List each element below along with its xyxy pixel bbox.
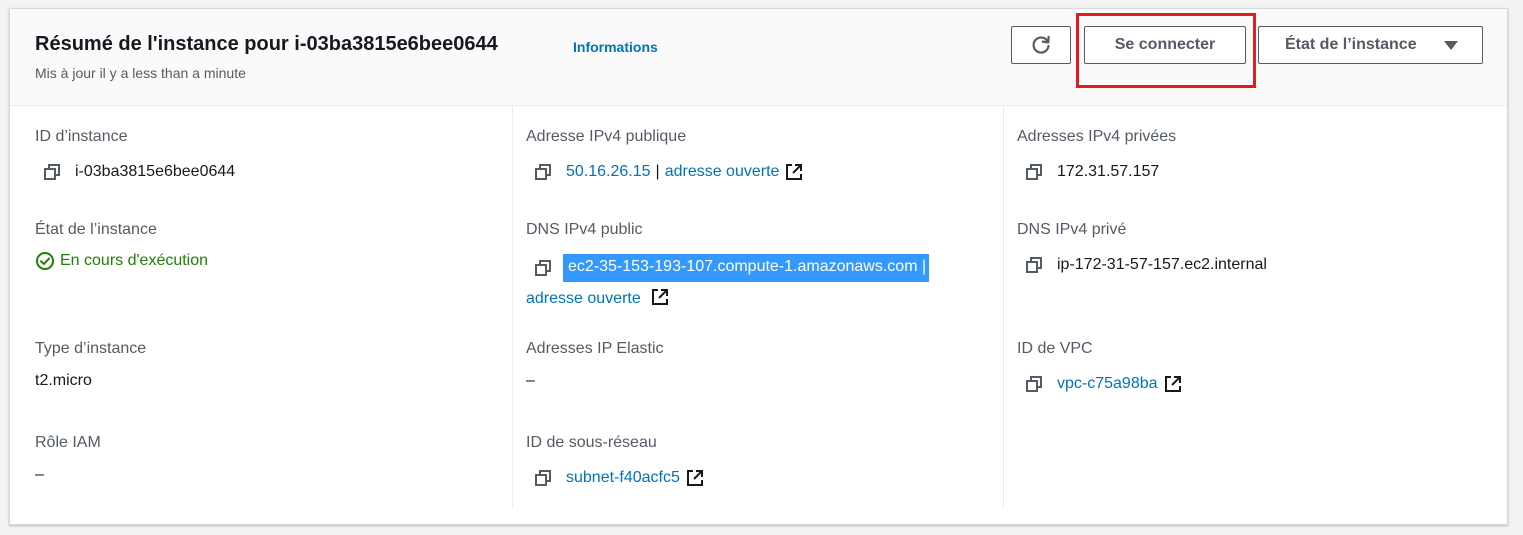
iam-role-field: Rôle IAM – xyxy=(35,434,101,484)
field-label: Rôle IAM xyxy=(35,434,101,451)
field-label: Type d’instance xyxy=(35,340,147,357)
external-link-icon[interactable] xyxy=(785,163,803,181)
public-dns-field: DNS IPv4 public ec2-35-153-193-107.compu… xyxy=(526,221,930,308)
connect-button[interactable]: Se connecter xyxy=(1084,26,1246,64)
open-address-link[interactable]: adresse ouverte xyxy=(665,163,780,181)
info-link[interactable]: Informations xyxy=(573,39,658,55)
field-label: ID de sous-réseau xyxy=(526,434,657,451)
subnet-link[interactable]: subnet-f40acfc5 xyxy=(566,469,680,487)
field-label: Adresse IPv4 publique xyxy=(526,128,687,145)
last-updated-text: Mis à jour il y a less than a minute xyxy=(35,65,246,81)
copy-icon[interactable] xyxy=(533,468,553,488)
field-label: ID d’instance xyxy=(35,128,128,145)
caret-down-icon xyxy=(1444,40,1458,50)
summary-header: Résumé de l'instance pour i-03ba3815e6be… xyxy=(10,9,1507,106)
page-title: Résumé de l'instance pour i-03ba3815e6be… xyxy=(35,33,498,55)
instance-state-dropdown[interactable]: État de l’instance xyxy=(1258,26,1483,64)
copy-icon[interactable] xyxy=(1024,374,1044,394)
copy-icon[interactable] xyxy=(42,162,62,182)
refresh-icon xyxy=(1032,35,1050,54)
instance-state-field: État de l’instance En cours d'exécution xyxy=(35,221,208,271)
subnet-field: ID de sous-réseau subnet-f40acfc5 xyxy=(526,434,704,488)
external-link-icon[interactable] xyxy=(651,288,669,306)
check-circle-icon xyxy=(36,252,54,270)
copy-icon[interactable] xyxy=(533,258,553,278)
status-badge: En cours d'exécution xyxy=(35,251,208,271)
public-ipv4-field: Adresse IPv4 publique 50.16.26.15 | adre… xyxy=(526,128,803,182)
private-dns-field: DNS IPv4 privé ip-172-31-57-157.ec2.inte… xyxy=(1017,221,1267,275)
instance-summary-panel: Résumé de l'instance pour i-03ba3815e6be… xyxy=(9,8,1508,525)
elastic-ip-value: – xyxy=(526,372,535,389)
private-ipv4-value: 172.31.57.157 xyxy=(1057,163,1160,180)
column-divider xyxy=(512,106,513,509)
copy-icon[interactable] xyxy=(1024,162,1044,182)
copy-icon[interactable] xyxy=(1024,255,1044,275)
field-label: Adresses IPv4 privées xyxy=(1017,128,1177,145)
instance-type-field: Type d’instance t2.micro xyxy=(35,340,146,390)
public-dns-value: ec2-35-153-193-107.compute-1.amazonaws.c… xyxy=(568,258,918,275)
field-label: État de l’instance xyxy=(35,221,157,238)
external-link-icon[interactable] xyxy=(1164,375,1182,393)
instance-id-value: i-03ba3815e6bee0644 xyxy=(75,163,236,180)
field-label: ID de VPC xyxy=(1017,340,1093,357)
public-dns-selected-text[interactable]: ec2-35-153-193-107.compute-1.amazonaws.c… xyxy=(563,254,930,282)
field-label: DNS IPv4 public xyxy=(526,221,643,238)
column-divider xyxy=(1003,106,1004,509)
instance-id-field: ID d’instance i-03ba3815e6bee0644 xyxy=(35,128,235,182)
iam-role-value: – xyxy=(35,466,44,483)
instance-state-dropdown-label: État de l’instance xyxy=(1285,36,1417,53)
separator: | xyxy=(655,163,660,180)
elastic-ip-field: Adresses IP Elastic – xyxy=(526,340,664,390)
refresh-button[interactable] xyxy=(1011,26,1071,64)
copy-icon[interactable] xyxy=(533,162,553,182)
private-dns-value: ip-172-31-57-157.ec2.internal xyxy=(1057,256,1267,273)
instance-state-value: En cours d'exécution xyxy=(60,252,209,269)
vpc-link[interactable]: vpc-c75a98ba xyxy=(1057,375,1158,393)
field-label: DNS IPv4 privé xyxy=(1017,221,1127,238)
public-ipv4-link[interactable]: 50.16.26.15 xyxy=(566,163,651,181)
vpc-field: ID de VPC vpc-c75a98ba xyxy=(1017,340,1182,394)
instance-type-value: t2.micro xyxy=(35,372,92,389)
separator: | xyxy=(921,258,927,275)
open-address-link[interactable]: adresse ouverte xyxy=(526,290,641,307)
field-label: Adresses IP Elastic xyxy=(526,340,664,357)
external-link-icon[interactable] xyxy=(686,469,704,487)
private-ipv4-field: Adresses IPv4 privées 172.31.57.157 xyxy=(1017,128,1176,182)
